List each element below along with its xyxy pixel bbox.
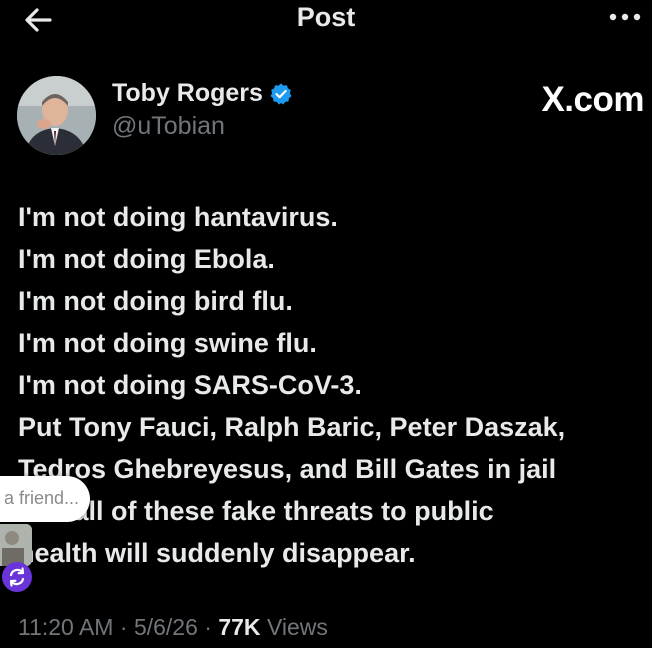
more-horizontal-icon[interactable] bbox=[608, 6, 642, 28]
post-date[interactable]: 5/6/26 bbox=[134, 614, 198, 640]
post-line: I'm not doing SARS-CoV-3. bbox=[18, 370, 362, 400]
sync-button[interactable] bbox=[2, 562, 32, 592]
post-line: Tedros Ghebreyesus, and Bill Gates in ja… bbox=[18, 454, 557, 484]
share-with-friend-pill[interactable]: a friend... bbox=[0, 476, 90, 522]
post-meta: 11:20 AM · 5/6/26 · 77K Views bbox=[18, 614, 328, 641]
post-line: health will suddenly disappear. bbox=[18, 538, 416, 568]
post-line: I'm not doing bird flu. bbox=[18, 286, 293, 316]
author-name-row: Toby Rogers bbox=[112, 79, 293, 108]
page-title: Post bbox=[296, 2, 356, 32]
verified-badge-icon bbox=[270, 83, 292, 104]
post-time[interactable]: 11:20 AM bbox=[18, 614, 113, 640]
brand-logo: X.com bbox=[541, 80, 644, 119]
post-line: I'm not doing swine flu. bbox=[18, 328, 317, 358]
top-bar: Post bbox=[0, 0, 652, 40]
avatar[interactable] bbox=[17, 76, 96, 155]
author-handle[interactable]: @uTobian bbox=[112, 112, 225, 141]
post-line: I'm not doing hantavirus. bbox=[18, 202, 338, 232]
meta-separator: · bbox=[204, 614, 212, 640]
post-line: I'm not doing Ebola. bbox=[18, 244, 275, 274]
share-pill-text: a friend... bbox=[4, 488, 80, 508]
thumbnail-picture bbox=[0, 524, 32, 566]
views-label: Views bbox=[266, 614, 328, 640]
post-line: and all of these fake threats to public bbox=[18, 496, 494, 526]
sync-icon bbox=[9, 567, 25, 587]
views-count: 77K bbox=[218, 614, 261, 640]
post-text: I'm not doing hantavirus. I'm not doing … bbox=[18, 196, 648, 574]
meta-separator: · bbox=[119, 614, 128, 640]
avatar-image bbox=[17, 76, 96, 155]
post-line: Put Tony Fauci, Ralph Baric, Peter Dasza… bbox=[18, 412, 566, 442]
thumbnail-image[interactable] bbox=[0, 524, 32, 566]
author-name[interactable]: Toby Rogers bbox=[112, 79, 263, 108]
